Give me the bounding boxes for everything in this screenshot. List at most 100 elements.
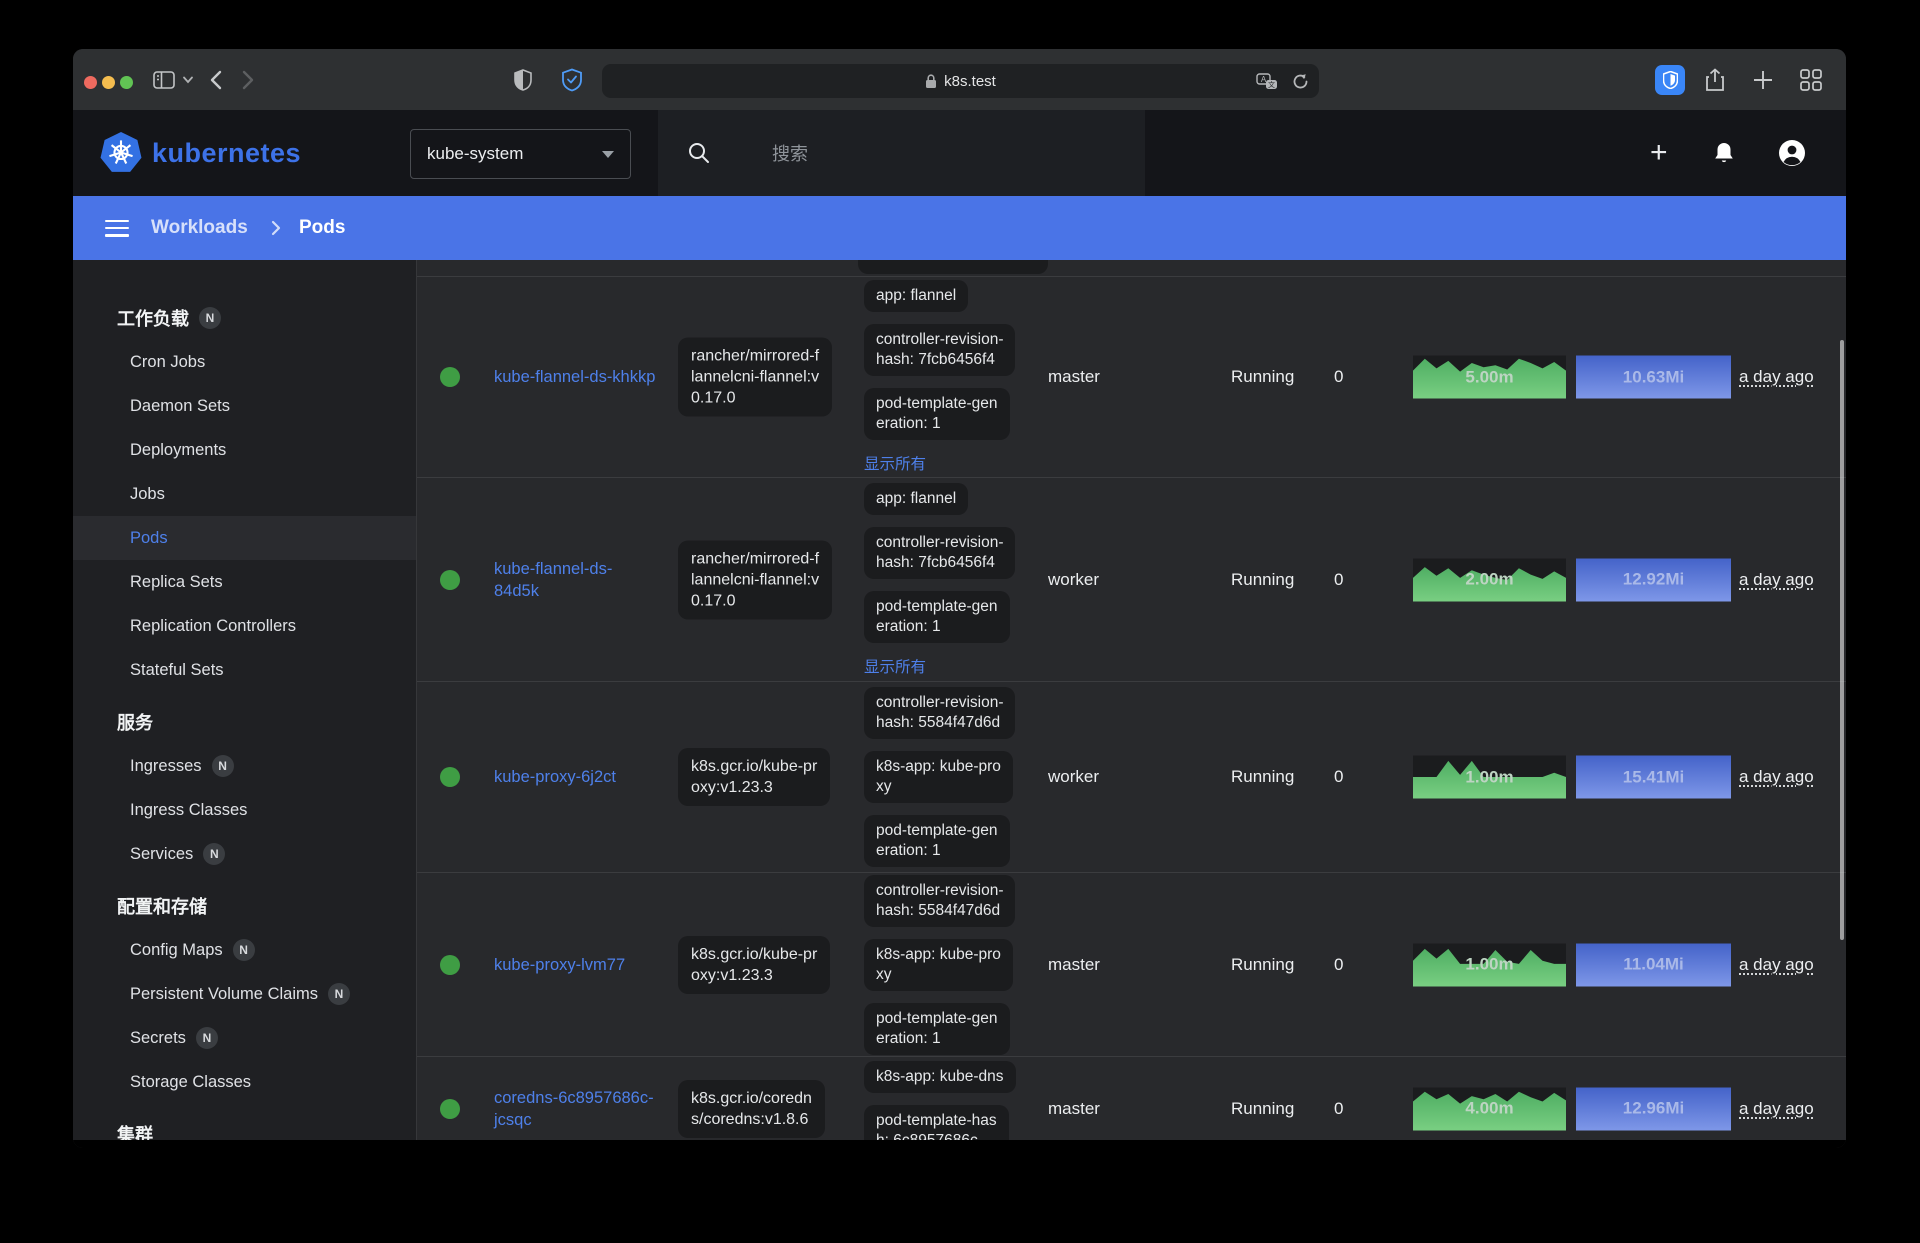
pod-node: master	[1048, 367, 1100, 387]
pod-name-link[interactable]: kube-proxy-lvm77	[494, 954, 676, 976]
pod-status-dot	[440, 570, 460, 590]
brand-title: kubernetes	[152, 138, 301, 169]
shield-check-icon[interactable]	[562, 68, 582, 91]
pod-labels: k8s-app: kube-dnspod-template-has h: 6c8…	[864, 1061, 1016, 1141]
pod-cpu-value: 4.00m	[1413, 1087, 1566, 1130]
pod-restarts: 0	[1334, 570, 1343, 590]
sidebar-item-cron-jobs[interactable]: Cron Jobs	[73, 340, 416, 384]
back-button[interactable]	[210, 70, 222, 90]
sidebar-item-replication-controllers[interactable]: Replication Controllers	[73, 604, 416, 648]
search-icon	[688, 142, 710, 164]
pod-status: Running	[1231, 367, 1294, 387]
chevron-down-icon	[602, 151, 614, 158]
window-bottom-edge	[73, 1140, 1846, 1148]
new-badge: N	[212, 755, 234, 777]
pod-labels: app: flannelcontroller-revision- hash: 7…	[864, 280, 1015, 474]
pod-label-chip: pod-template-has h: 6c8957686c	[864, 1105, 1009, 1141]
sidebar-toggle-icon[interactable]	[153, 71, 175, 89]
sidebar-item-services[interactable]: ServicesN	[73, 832, 416, 876]
pod-label-chip: pod-template-gen eration: 1	[864, 591, 1010, 643]
namespace-value: kube-system	[427, 144, 602, 164]
sidebar-item-deployments[interactable]: Deployments	[73, 428, 416, 472]
breadcrumb-section[interactable]: Workloads	[151, 217, 248, 239]
main-content: 工作负载NCron JobsDaemon SetsDeploymentsJobs…	[73, 260, 1846, 1140]
new-badge: N	[328, 983, 350, 1005]
reload-icon[interactable]	[1292, 73, 1309, 90]
privacy-shield-icon[interactable]	[514, 69, 532, 91]
pod-row: coredns-6c8957686c- jcsqc k8s.gcr.io/cor…	[417, 1056, 1846, 1140]
pod-node: master	[1048, 1099, 1100, 1119]
pod-node: worker	[1048, 767, 1099, 787]
pod-memory-value: 11.04Mi	[1576, 943, 1731, 986]
pod-label-chip: pod-template-gen eration: 1	[864, 1003, 1010, 1055]
create-button[interactable]: +	[1650, 138, 1668, 168]
bitwarden-extension-icon[interactable]	[1655, 65, 1685, 95]
pod-labels: controller-revision- hash: 5584f47d6dk8s…	[864, 875, 1015, 1055]
forward-button[interactable]	[242, 70, 254, 90]
sidebar-item-replica-sets[interactable]: Replica Sets	[73, 560, 416, 604]
pod-node: worker	[1048, 570, 1099, 590]
sidebar-item-stateful-sets[interactable]: Stateful Sets	[73, 648, 416, 692]
sidebar-item-storage-classes[interactable]: Storage Classes	[73, 1060, 416, 1104]
pod-memory-value: 15.41Mi	[1576, 756, 1731, 799]
scrollbar-thumb[interactable]	[1840, 340, 1844, 940]
pod-name-link[interactable]: coredns-6c8957686c- jcsqc	[494, 1087, 676, 1131]
sidebar-item-config-maps[interactable]: Config MapsN	[73, 928, 416, 972]
pod-age: a day ago	[1739, 367, 1814, 387]
breadcrumb-page: Pods	[299, 217, 345, 239]
window-zoom-button[interactable]	[120, 76, 133, 89]
notifications-bell-icon[interactable]	[1713, 141, 1735, 165]
pod-memory-value: 12.92Mi	[1576, 558, 1731, 601]
sidebar-item-daemon-sets[interactable]: Daemon Sets	[73, 384, 416, 428]
breadcrumb-bar: Workloads Pods	[73, 196, 1846, 260]
svg-text:A: A	[1261, 75, 1267, 84]
show-all-link[interactable]: 显示所有	[864, 452, 926, 474]
pod-label-chip: controller-revision- hash: 7fcb6456f4	[864, 324, 1015, 376]
url-text: k8s.test	[944, 73, 996, 90]
pod-memory-chip: 12.92Mi	[1576, 558, 1731, 601]
sidebar-item-ingresses[interactable]: IngressesN	[73, 744, 416, 788]
svg-text:文: 文	[1268, 80, 1275, 89]
pod-restarts: 0	[1334, 1099, 1343, 1119]
pod-restarts: 0	[1334, 955, 1343, 975]
pod-name-link[interactable]: kube-proxy-6j2ct	[494, 766, 676, 788]
search-bar[interactable]: 搜索	[658, 110, 1145, 196]
pod-name-link[interactable]: kube-flannel-ds- 84d5k	[494, 558, 676, 602]
window-minimize-button[interactable]	[102, 76, 115, 89]
pod-cpu-chip: 5.00m	[1413, 356, 1566, 399]
new-badge: N	[196, 1027, 218, 1049]
window-close-button[interactable]	[84, 76, 97, 89]
pod-cpu-chip: 1.00m	[1413, 756, 1566, 799]
sidebar-item-ingress-classes[interactable]: Ingress Classes	[73, 788, 416, 832]
sidebar-item-secrets[interactable]: SecretsN	[73, 1016, 416, 1060]
namespace-selector[interactable]: kube-system	[410, 129, 631, 179]
pod-memory-value: 10.63Mi	[1576, 356, 1731, 399]
clipped-label-chip	[858, 260, 1048, 274]
browser-toolbar: k8s.test A文	[73, 49, 1846, 110]
sidebar-section-header: 集群	[73, 1112, 416, 1140]
address-bar[interactable]: k8s.test A文	[602, 64, 1319, 98]
pod-name-link[interactable]: kube-flannel-ds-khkkp	[494, 366, 676, 388]
pod-label-chip: controller-revision- hash: 5584f47d6d	[864, 875, 1015, 927]
pod-image-chip: rancher/mirrored-f lannelcni-flannel:v 0…	[678, 338, 832, 417]
sidebar-chevron-down-icon[interactable]	[183, 76, 193, 83]
new-tab-icon[interactable]	[1753, 70, 1773, 90]
pod-restarts: 0	[1334, 767, 1343, 787]
sidebar-item-jobs[interactable]: Jobs	[73, 472, 416, 516]
translate-icon[interactable]: A文	[1256, 73, 1278, 90]
menu-hamburger-icon[interactable]	[105, 220, 129, 237]
pod-memory-chip: 11.04Mi	[1576, 943, 1731, 986]
pod-status-dot	[440, 955, 460, 975]
account-avatar-icon[interactable]	[1778, 139, 1806, 167]
pod-cpu-chip: 2.00m	[1413, 558, 1566, 601]
pod-row: kube-proxy-lvm77 k8s.gcr.io/kube-pr oxy:…	[417, 872, 1846, 1056]
pod-label-chip: controller-revision- hash: 7fcb6456f4	[864, 527, 1015, 579]
sidebar-section-header: 服务	[73, 700, 416, 744]
share-icon[interactable]	[1705, 68, 1725, 92]
sidebar-item-pods[interactable]: Pods	[73, 516, 416, 560]
browser-window: k8s.test A文	[73, 49, 1846, 1148]
pod-label-chip: app: flannel	[864, 483, 968, 515]
show-all-link[interactable]: 显示所有	[864, 655, 926, 677]
tab-overview-icon[interactable]	[1800, 69, 1822, 91]
sidebar-item-persistent-volume-claims[interactable]: Persistent Volume ClaimsN	[73, 972, 416, 1016]
